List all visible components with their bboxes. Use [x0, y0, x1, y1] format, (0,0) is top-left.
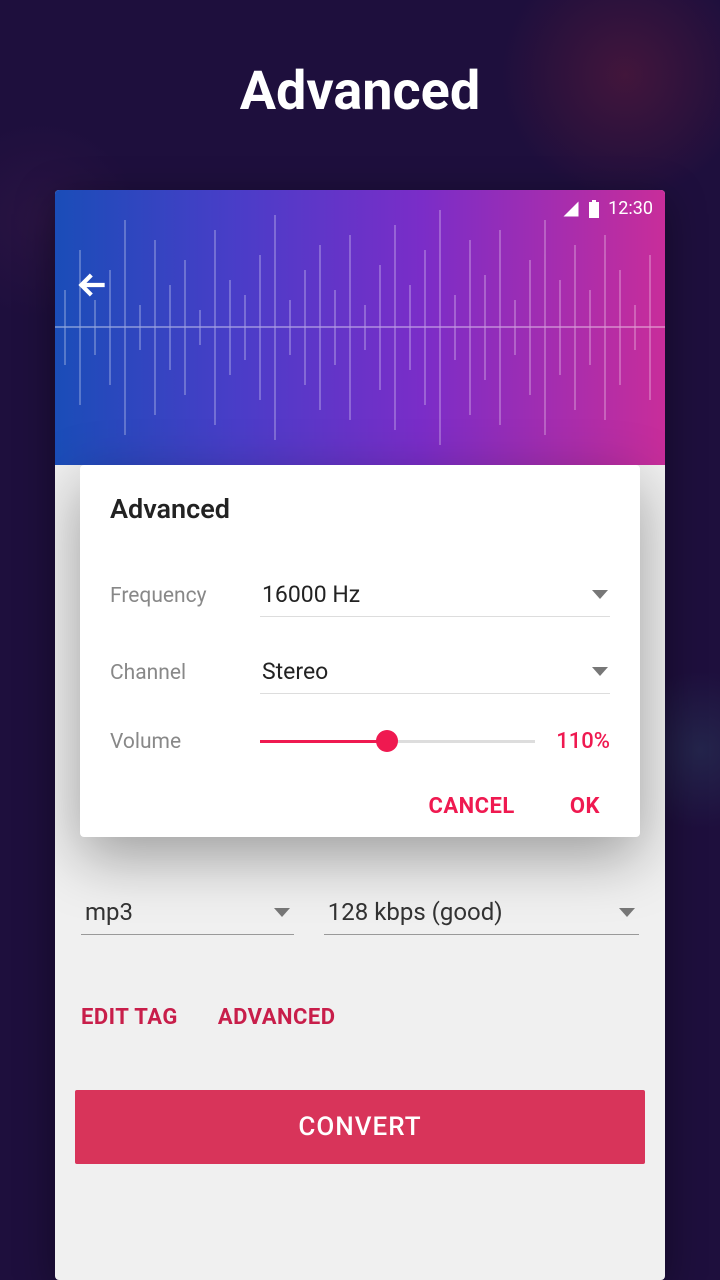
slider-thumb[interactable]	[376, 730, 398, 752]
ok-button[interactable]: OK	[570, 794, 600, 819]
frequency-value: 16000 Hz	[262, 581, 360, 608]
edit-tag-button[interactable]: EDIT TAG	[81, 1005, 178, 1030]
signal-icon	[562, 200, 580, 218]
volume-slider[interactable]	[260, 740, 535, 743]
advanced-button[interactable]: ADVANCED	[218, 1005, 336, 1030]
convert-button[interactable]: CONVERT	[75, 1090, 645, 1164]
waveform-header: 12:30	[55, 190, 665, 465]
bitrate-value: 128 kbps (good)	[328, 898, 503, 926]
channel-dropdown[interactable]: Stereo	[260, 652, 610, 694]
content-area: mp3 128 kbps (good) EDIT TAG ADVANCED CO…	[55, 890, 665, 1184]
status-time: 12:30	[608, 198, 653, 219]
slider-fill	[260, 740, 387, 743]
format-dropdown[interactable]: mp3	[81, 890, 294, 935]
battery-icon	[588, 200, 600, 218]
frequency-label: Frequency	[110, 584, 260, 608]
back-button[interactable]	[73, 265, 113, 305]
chevron-down-icon	[619, 908, 635, 917]
frequency-dropdown[interactable]: 16000 Hz	[260, 575, 610, 617]
status-bar: 12:30	[562, 198, 653, 219]
phone-frame: 12:30 mp3 128 kbps (good) EDIT TAG ADVAN…	[55, 190, 665, 1280]
dialog-title: Advanced	[110, 493, 610, 525]
volume-label: Volume	[110, 730, 260, 754]
waveform-graphic	[55, 190, 665, 465]
cancel-button[interactable]: CANCEL	[428, 794, 514, 819]
arrow-left-icon	[73, 265, 113, 305]
format-value: mp3	[85, 898, 133, 926]
volume-value: 110%	[555, 729, 610, 754]
chevron-down-icon	[274, 908, 290, 917]
channel-value: Stereo	[262, 658, 328, 685]
chevron-down-icon	[592, 590, 608, 599]
bitrate-dropdown[interactable]: 128 kbps (good)	[324, 890, 639, 935]
chevron-down-icon	[592, 667, 608, 676]
advanced-dialog: Advanced Frequency 16000 Hz Channel Ster…	[80, 465, 640, 837]
channel-label: Channel	[110, 661, 260, 685]
promo-title: Advanced	[0, 0, 720, 123]
